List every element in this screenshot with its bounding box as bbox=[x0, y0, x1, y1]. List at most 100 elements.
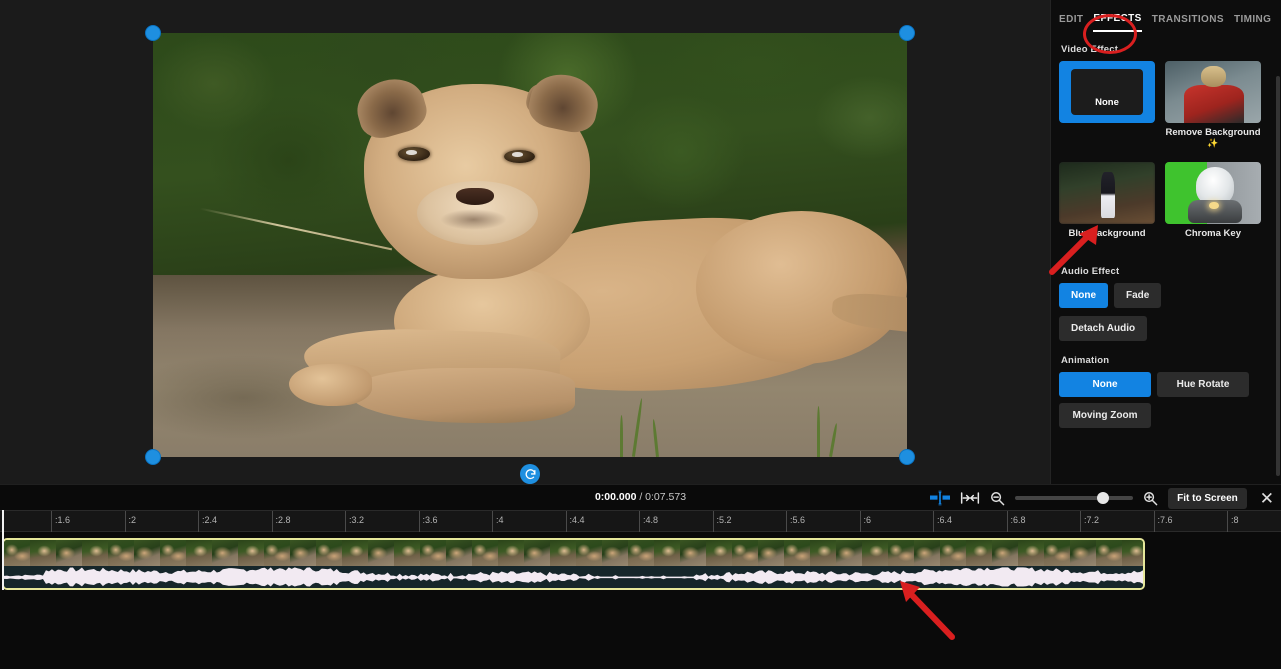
filmstrip-frame bbox=[940, 540, 966, 566]
filmstrip-frame bbox=[1018, 540, 1044, 566]
zoom-slider-knob[interactable] bbox=[1097, 492, 1110, 504]
clip-waveform bbox=[4, 566, 1143, 588]
ruler-tick: :7.2 bbox=[1080, 511, 1099, 533]
effect-label-chroma-key: Chroma Key bbox=[1185, 227, 1241, 239]
audio-effect-heading: Audio Effect bbox=[1061, 265, 1120, 277]
timeline-tools: Fit to Screen ✕ bbox=[930, 485, 1277, 511]
remove-background-thumb bbox=[1165, 61, 1261, 123]
time-separator: / bbox=[636, 491, 646, 503]
filmstrip-frame bbox=[1044, 540, 1070, 566]
animation-moving-zoom-button[interactable]: Moving Zoom bbox=[1059, 402, 1151, 428]
filmstrip-frame bbox=[888, 540, 914, 566]
current-time: 0:00.000 bbox=[594, 491, 637, 503]
split-clip-icon[interactable] bbox=[930, 490, 951, 506]
effect-label-none: None bbox=[1095, 97, 1119, 108]
timeline-body bbox=[0, 532, 1281, 669]
filmstrip-frame bbox=[992, 540, 1018, 566]
filmstrip-frame bbox=[56, 540, 82, 566]
playhead[interactable] bbox=[2, 510, 4, 590]
filmstrip-frame bbox=[602, 540, 628, 566]
filmstrip-frame bbox=[680, 540, 706, 566]
audio-effect-none-button[interactable]: None bbox=[1059, 282, 1108, 308]
filmstrip-frame bbox=[914, 540, 940, 566]
filmstrip-frame bbox=[420, 540, 446, 566]
ruler-tick: :4 bbox=[492, 511, 504, 533]
ruler-tick: :2.8 bbox=[271, 511, 291, 533]
filmstrip-frame bbox=[810, 540, 836, 566]
zoom-slider[interactable] bbox=[1015, 492, 1134, 504]
detach-audio-row: Detach Audio bbox=[1059, 315, 1271, 341]
filmstrip-frame bbox=[446, 540, 472, 566]
blur-background-thumb bbox=[1059, 161, 1155, 224]
filmstrip-frame bbox=[108, 540, 134, 566]
filmstrip-frame bbox=[368, 540, 394, 566]
effect-option-none[interactable]: None bbox=[1059, 61, 1155, 148]
resize-handle-top-right[interactable] bbox=[899, 25, 915, 41]
video-effect-grid: None Remove Background ✨ Blur Background… bbox=[1059, 61, 1271, 240]
filmstrip-frame bbox=[966, 540, 992, 566]
none-thumb bbox=[1059, 61, 1155, 123]
ruler-tick: :2.4 bbox=[198, 511, 217, 533]
filmstrip-frame bbox=[524, 540, 550, 566]
filmstrip-frame bbox=[4, 540, 30, 566]
filmstrip-frame bbox=[836, 540, 862, 566]
filmstrip-frame bbox=[758, 540, 784, 566]
detach-audio-button[interactable]: Detach Audio bbox=[1059, 315, 1148, 341]
filmstrip-frame bbox=[654, 540, 680, 566]
filmstrip-frame bbox=[628, 540, 654, 566]
panel-tabbar: EDIT EFFECTS TRANSITIONS TIMING bbox=[1051, 0, 1281, 34]
tab-timing[interactable]: TIMING bbox=[1234, 14, 1271, 31]
resize-handle-bottom-right[interactable] bbox=[899, 449, 915, 465]
filmstrip-frame bbox=[316, 540, 342, 566]
ruler-tick: :2 bbox=[124, 511, 136, 533]
ruler-tick: :5.6 bbox=[786, 511, 805, 533]
tab-edit[interactable]: EDIT bbox=[1059, 14, 1083, 31]
rotate-icon[interactable] bbox=[520, 464, 540, 484]
ruler-tick: :6.8 bbox=[1006, 511, 1026, 533]
filmstrip-frame bbox=[394, 540, 420, 566]
ruler-tick: :3.2 bbox=[345, 511, 364, 533]
zoom-out-icon[interactable] bbox=[990, 491, 1005, 506]
tab-transitions[interactable]: TRANSITIONS bbox=[1152, 14, 1224, 31]
resize-handle-bottom-left[interactable] bbox=[145, 449, 161, 465]
filmstrip-frame bbox=[732, 540, 758, 566]
tab-effects[interactable]: EFFECTS bbox=[1093, 13, 1142, 32]
ruler-tick: :1.6 bbox=[51, 511, 70, 533]
video-preview-area: ••• bbox=[0, 0, 1050, 498]
filmstrip-frame bbox=[264, 540, 290, 566]
filmstrip-frame bbox=[186, 540, 212, 566]
animation-none-button[interactable]: None bbox=[1059, 371, 1151, 397]
clip-filmstrip bbox=[4, 540, 1143, 566]
zoom-in-icon[interactable] bbox=[1143, 491, 1158, 506]
resize-handle-top-left[interactable] bbox=[145, 25, 161, 41]
panel-body: Video Effect None Remove Background ✨ Bl… bbox=[1051, 34, 1281, 482]
filmstrip-frame bbox=[342, 540, 368, 566]
fit-to-clip-icon[interactable] bbox=[960, 491, 980, 505]
panel-scrollbar[interactable] bbox=[1276, 76, 1280, 476]
ruler-tick: :6.4 bbox=[933, 511, 952, 533]
video-clip[interactable] bbox=[2, 538, 1145, 590]
ruler-tick: :4.4 bbox=[565, 511, 585, 533]
video-preview-frame[interactable] bbox=[153, 33, 907, 457]
transport-bar: 0:00.000 / 0:07.573 Fit to Screen ✕ bbox=[0, 484, 1281, 510]
video-effect-heading: Video Effect bbox=[1061, 44, 1119, 55]
video-editor-app: ••• EDIT EFFECTS TRANSITIONS TIMING Vide… bbox=[0, 0, 1281, 669]
effect-option-chroma-key[interactable]: Chroma Key bbox=[1165, 161, 1261, 240]
animation-hue-rotate-button[interactable]: Hue Rotate bbox=[1157, 371, 1249, 397]
filmstrip-frame bbox=[498, 540, 524, 566]
animation-options: None Hue Rotate Moving Zoom bbox=[1059, 371, 1271, 428]
total-time: 0:07.573 bbox=[645, 491, 687, 503]
ruler-tick: :6 bbox=[859, 511, 871, 533]
filmstrip-frame bbox=[862, 540, 888, 566]
effect-option-remove-background[interactable]: Remove Background ✨ bbox=[1165, 61, 1261, 148]
filmstrip-frame bbox=[784, 540, 810, 566]
timeline-ruler[interactable]: :1.6:2:2.4:2.8:3.2:3.6:4:4.4:4.8:5.2:5.6… bbox=[0, 510, 1281, 533]
close-icon[interactable]: ✕ bbox=[1257, 490, 1277, 507]
audio-effect-fade-button[interactable]: Fade bbox=[1114, 282, 1162, 308]
fit-to-screen-button[interactable]: Fit to Screen bbox=[1168, 487, 1247, 509]
effect-label-blur-background: Blur Background bbox=[1068, 227, 1146, 239]
effect-option-blur-background[interactable]: Blur Background bbox=[1059, 161, 1155, 240]
effects-panel: EDIT EFFECTS TRANSITIONS TIMING Video Ef… bbox=[1050, 0, 1281, 484]
ruler-tick: :4.8 bbox=[639, 511, 658, 533]
filmstrip-frame bbox=[706, 540, 732, 566]
